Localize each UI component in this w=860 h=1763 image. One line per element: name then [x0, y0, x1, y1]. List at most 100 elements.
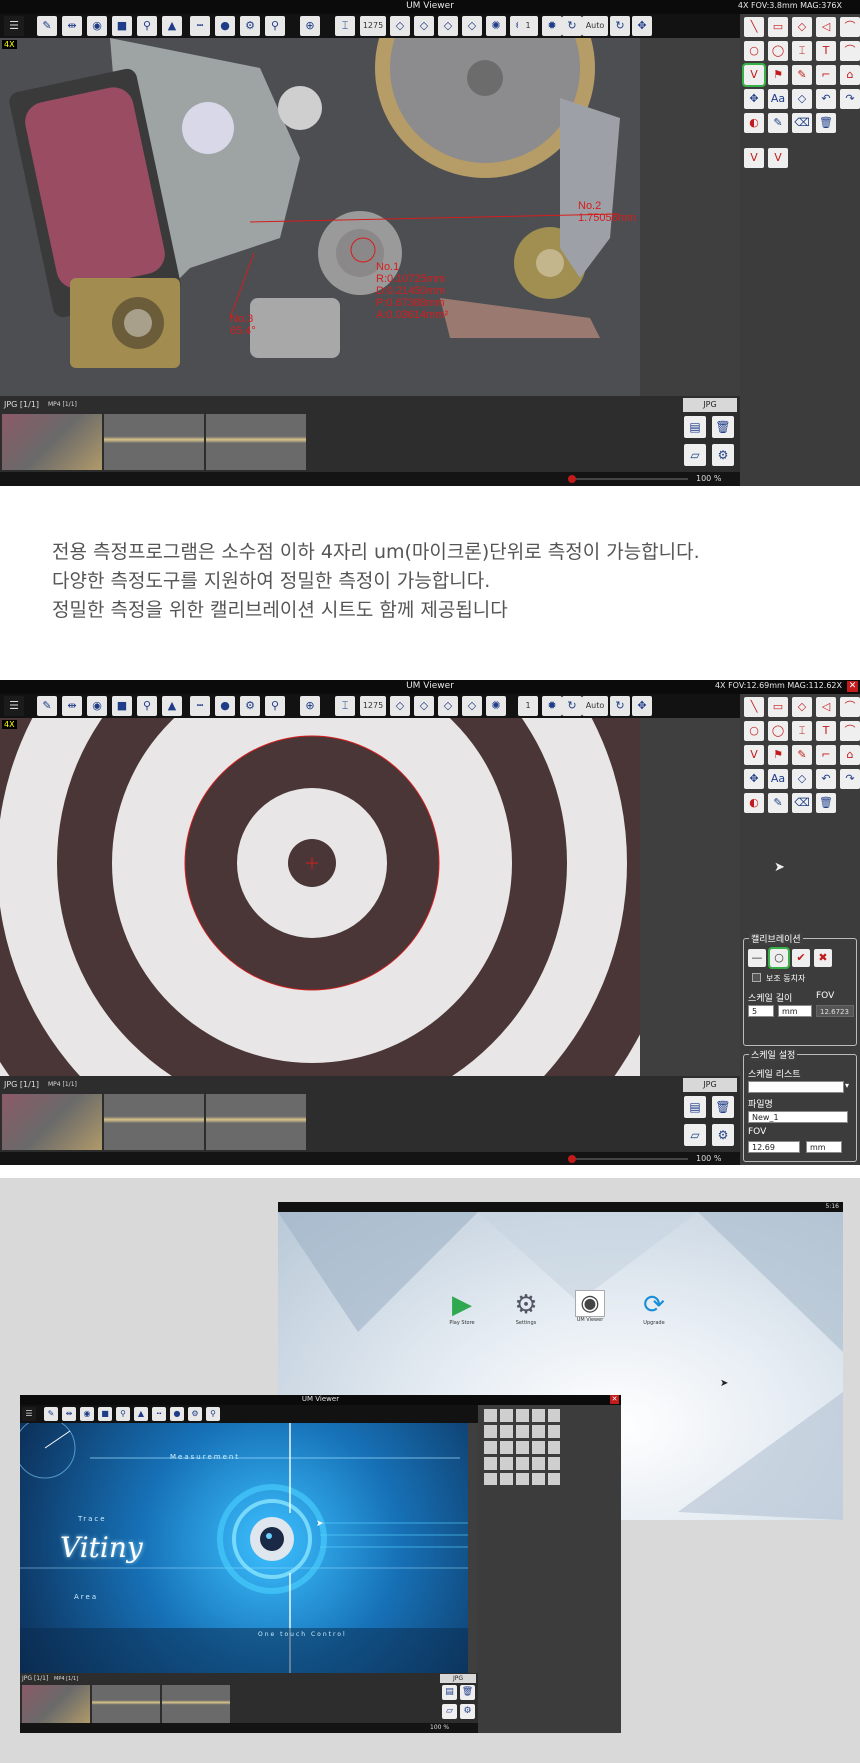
auto-button[interactable]: Auto: [582, 696, 608, 716]
height-icon[interactable]: ⌶: [335, 16, 355, 36]
record-icon[interactable]: ■: [98, 1407, 112, 1421]
capture-icon[interactable]: ◉: [87, 16, 107, 36]
t-tool[interactable]: T: [816, 41, 836, 61]
fov-input[interactable]: 12.6723: [816, 1005, 854, 1017]
save-icon[interactable]: ▤: [684, 416, 706, 438]
unit2-select[interactable]: mm: [806, 1141, 842, 1153]
recent-v-tool-1[interactable]: V: [744, 148, 764, 168]
delete-icon[interactable]: 🗑: [712, 416, 734, 438]
move-tool[interactable]: ✥: [744, 89, 764, 109]
light-icon[interactable]: ●: [215, 16, 235, 36]
circle2-tool[interactable]: ◯: [768, 41, 788, 61]
format-select[interactable]: JPG: [683, 1078, 737, 1092]
crane-icon[interactable]: ⚲: [137, 696, 157, 716]
calib-line-icon[interactable]: —: [748, 949, 766, 967]
image-icon[interactable]: ▲: [162, 16, 182, 36]
text-tool[interactable]: Aa: [768, 89, 788, 109]
shape-tool[interactable]: ⌂: [840, 745, 860, 765]
arc2-tool[interactable]: ⌒: [840, 41, 860, 61]
thumbnail[interactable]: [22, 1685, 90, 1723]
redo-icon[interactable]: ↷: [840, 89, 860, 109]
slider-knob[interactable]: [568, 475, 576, 483]
wb-icon[interactable]: ✹: [542, 696, 562, 716]
refresh-icon[interactable]: ↻: [562, 16, 582, 36]
thumbnail[interactable]: [162, 1685, 230, 1723]
delete-icon[interactable]: 🗑: [460, 1685, 475, 1700]
compare-icon[interactable]: ⇹: [62, 696, 82, 716]
ruler-icon[interactable]: ┅: [152, 1407, 166, 1421]
scale-list-select[interactable]: [748, 1081, 844, 1093]
curve-tool[interactable]: ⌐: [816, 745, 836, 765]
undo-icon[interactable]: ↶: [816, 89, 836, 109]
folder-settings-icon[interactable]: ⚙: [460, 1704, 475, 1719]
draw-icon[interactable]: ✎: [37, 696, 57, 716]
scale-length-input[interactable]: 5: [748, 1005, 774, 1017]
height-icon[interactable]: ⌶: [335, 696, 355, 716]
adjust-icon-1[interactable]: ◇: [390, 696, 410, 716]
caliper-tool[interactable]: ⌶: [792, 41, 812, 61]
calibration-target-image[interactable]: 4X: [0, 718, 640, 1076]
brush-icon[interactable]: ✎: [768, 113, 788, 133]
circle-tool[interactable]: ○: [744, 41, 764, 61]
sync-icon[interactable]: ↻: [610, 696, 630, 716]
rect-tool[interactable]: ▭: [768, 17, 788, 37]
tab-jpg[interactable]: JPG [1/1]: [4, 400, 39, 409]
draw-icon[interactable]: ✎: [44, 1407, 58, 1421]
brightness-icon[interactable]: ✺: [486, 16, 506, 36]
trash-icon[interactable]: 🗑: [816, 113, 836, 133]
thumbnail[interactable]: [206, 1094, 306, 1150]
chevron-down-icon[interactable]: ▾: [845, 1081, 849, 1090]
arc-tool[interactable]: ⌒: [840, 697, 860, 717]
adjust-icon-1[interactable]: ◇: [390, 16, 410, 36]
light-icon[interactable]: ●: [170, 1407, 184, 1421]
gear-icon[interactable]: ⚙: [240, 16, 260, 36]
confirm-icon[interactable]: ✔: [792, 949, 810, 967]
auto-button[interactable]: Auto: [582, 16, 608, 36]
search-icon[interactable]: ⚲: [206, 1407, 220, 1421]
gear-icon[interactable]: ⚙: [188, 1407, 202, 1421]
menu-icon[interactable]: ☰: [4, 16, 24, 36]
vangle-tool[interactable]: V: [742, 63, 766, 87]
arc2-tool[interactable]: ⌒: [840, 721, 860, 741]
save-icon[interactable]: ▤: [684, 1096, 706, 1118]
eraser-tool[interactable]: ◇: [792, 89, 812, 109]
app-icon-play-store[interactable]: ▶ Play Store: [442, 1290, 482, 1326]
crane-icon[interactable]: ⚲: [137, 16, 157, 36]
save-icon[interactable]: ▤: [442, 1685, 457, 1700]
vangle-tool[interactable]: V: [744, 745, 764, 765]
menu-icon[interactable]: ☰: [22, 1407, 36, 1421]
thumbnail[interactable]: [206, 414, 306, 470]
circle-tool[interactable]: ○: [744, 721, 764, 741]
tab-jpg[interactable]: JPG [1/1]: [22, 1675, 48, 1682]
app-icon-upgrade[interactable]: ⟳ Upgrade: [634, 1290, 674, 1326]
palette-icon[interactable]: ◐: [744, 113, 764, 133]
eraser-tool[interactable]: ◇: [792, 769, 812, 789]
adjust-icon-2[interactable]: ◇: [414, 696, 434, 716]
app-icon-settings[interactable]: ⚙ Settings: [506, 1290, 546, 1326]
caliper-tool[interactable]: ⌶: [792, 721, 812, 741]
folder-settings-icon[interactable]: ⚙: [712, 1124, 734, 1146]
folder-icon[interactable]: ▱: [442, 1704, 457, 1719]
tab-mp4[interactable]: MP4 [1/1]: [54, 1676, 78, 1682]
sync-icon[interactable]: ↻: [610, 16, 630, 36]
pen-tool[interactable]: ✎: [792, 745, 812, 765]
format-select[interactable]: JPG: [440, 1674, 476, 1683]
delete-sel-icon[interactable]: ⌫: [792, 113, 812, 133]
folder-icon[interactable]: ▱: [684, 444, 706, 466]
palette-icon[interactable]: ◐: [744, 793, 764, 813]
thumbnail[interactable]: [104, 414, 204, 470]
slider-track[interactable]: [570, 1158, 688, 1160]
delete-sel-icon[interactable]: ⌫: [792, 793, 812, 813]
line-tool[interactable]: ╲: [744, 697, 764, 717]
adjust-icon-4[interactable]: ◇: [462, 696, 482, 716]
menu-icon[interactable]: ☰: [4, 696, 24, 716]
brightness-icon[interactable]: ✺: [486, 696, 506, 716]
thumbnail[interactable]: [104, 1094, 204, 1150]
light-icon[interactable]: ●: [215, 696, 235, 716]
curve-tool[interactable]: ⌐: [816, 65, 836, 85]
delete-icon[interactable]: 🗑: [712, 1096, 734, 1118]
app-icon-um-viewer[interactable]: ◉ UM Viewer: [570, 1290, 610, 1323]
flag-tool[interactable]: ⚑: [768, 745, 788, 765]
undo-icon[interactable]: ↶: [816, 769, 836, 789]
close-icon[interactable]: ✕: [610, 1395, 619, 1404]
